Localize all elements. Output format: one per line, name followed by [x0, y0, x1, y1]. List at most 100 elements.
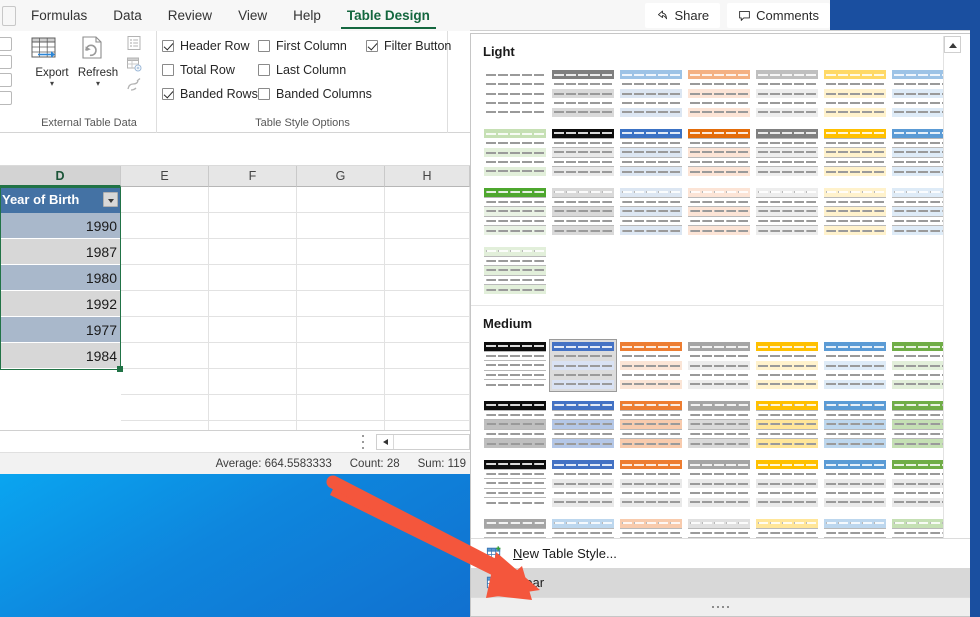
- checkbox-banded-rows[interactable]: Banded Rows: [162, 87, 258, 101]
- table-style-thumbnail[interactable]: [753, 126, 821, 179]
- column-header-h[interactable]: H: [385, 166, 470, 187]
- table-style-thumbnail[interactable]: [549, 67, 617, 120]
- last-column-checkbox-box[interactable]: [258, 64, 270, 76]
- table-style-thumbnail[interactable]: [821, 398, 889, 451]
- worksheet-cell[interactable]: [297, 421, 385, 430]
- filter-dropdown-button[interactable]: [103, 192, 118, 207]
- worksheet-cell[interactable]: [385, 265, 470, 291]
- table-row[interactable]: 1990: [0, 213, 120, 239]
- total-row-checkbox-box[interactable]: [162, 64, 174, 76]
- worksheet-cell[interactable]: [385, 421, 470, 430]
- worksheet-cell[interactable]: [385, 239, 470, 265]
- checkbox-last-column[interactable]: Last Column: [258, 63, 346, 77]
- table-style-thumbnail[interactable]: [481, 339, 549, 392]
- table-style-thumbnail[interactable]: [889, 185, 950, 238]
- worksheet-cell[interactable]: [121, 213, 209, 239]
- table-style-thumbnail[interactable]: [685, 457, 753, 510]
- table-style-thumbnail[interactable]: [549, 126, 617, 179]
- table-style-thumbnail[interactable]: [549, 398, 617, 451]
- table-style-thumbnail[interactable]: [617, 185, 685, 238]
- table-style-thumbnail[interactable]: [549, 185, 617, 238]
- table-style-thumbnail[interactable]: [889, 339, 950, 392]
- share-button[interactable]: Share: [645, 3, 721, 28]
- table-style-thumbnail[interactable]: [821, 126, 889, 179]
- table-style-thumbnail[interactable]: [617, 457, 685, 510]
- worksheet-cell[interactable]: [385, 317, 470, 343]
- comments-button[interactable]: Comments: [727, 3, 830, 28]
- gallery-resize-grip[interactable]: [471, 597, 970, 616]
- table-style-thumbnail[interactable]: [821, 339, 889, 392]
- tab-formulas[interactable]: Formulas: [18, 0, 100, 31]
- table-row[interactable]: 1977: [0, 317, 120, 343]
- checkbox-filter-button[interactable]: Filter Button: [366, 39, 451, 53]
- table-style-thumbnail[interactable]: [753, 185, 821, 238]
- worksheet-cell[interactable]: [385, 187, 470, 213]
- properties-icon[interactable]: [126, 35, 142, 51]
- column-header-g[interactable]: G: [297, 166, 385, 187]
- table-style-thumbnail[interactable]: [821, 457, 889, 510]
- worksheet-cell[interactable]: [297, 291, 385, 317]
- worksheet-cell[interactable]: [297, 317, 385, 343]
- table-style-thumbnail[interactable]: [481, 457, 549, 510]
- table-style-thumbnail[interactable]: [617, 126, 685, 179]
- worksheet-cell[interactable]: [385, 343, 470, 369]
- table-style-thumbnail[interactable]: [685, 185, 753, 238]
- worksheet-cell[interactable]: [121, 265, 209, 291]
- table-header-cell[interactable]: Year of Birth: [0, 187, 120, 213]
- table-style-thumbnail[interactable]: [617, 67, 685, 120]
- table-row[interactable]: 1984: [0, 343, 120, 369]
- worksheet-cell[interactable]: [385, 291, 470, 317]
- table-row[interactable]: 1987: [0, 239, 120, 265]
- worksheet-cell[interactable]: [121, 187, 209, 213]
- worksheet-cell[interactable]: [121, 239, 209, 265]
- worksheet-cell[interactable]: [209, 421, 297, 430]
- clear-command[interactable]: Clear: [471, 568, 970, 597]
- checkbox-total-row[interactable]: Total Row: [162, 63, 235, 77]
- tab-data[interactable]: Data: [100, 0, 155, 31]
- worksheet-cell[interactable]: [297, 187, 385, 213]
- checkbox-banded-columns[interactable]: Banded Columns: [258, 87, 372, 101]
- worksheet-cell[interactable]: [209, 369, 297, 395]
- table-style-thumbnail[interactable]: [889, 126, 950, 179]
- split-handle[interactable]: [360, 435, 366, 449]
- table-style-thumbnail[interactable]: [889, 67, 950, 120]
- worksheet-cell[interactable]: [297, 395, 385, 421]
- table-style-thumbnail[interactable]: [617, 339, 685, 392]
- worksheet-cell[interactable]: [209, 291, 297, 317]
- column-header-f[interactable]: F: [209, 166, 297, 187]
- table-style-thumbnail[interactable]: [685, 339, 753, 392]
- scroll-left-arrow-icon[interactable]: [377, 435, 394, 449]
- worksheet-cell[interactable]: [209, 213, 297, 239]
- export-button[interactable]: Export ▾: [28, 35, 76, 88]
- horizontal-scrollbar[interactable]: [376, 434, 470, 450]
- banded-columns-checkbox-box[interactable]: [258, 88, 270, 100]
- first-column-checkbox-box[interactable]: [258, 40, 270, 52]
- table-style-thumbnail[interactable]: [685, 126, 753, 179]
- tab-review[interactable]: Review: [155, 0, 225, 31]
- table-style-thumbnail[interactable]: [753, 67, 821, 120]
- table-style-thumbnail[interactable]: [753, 339, 821, 392]
- table-style-thumbnail[interactable]: [481, 398, 549, 451]
- banded-rows-checkbox-box[interactable]: [162, 88, 174, 100]
- export-chevron-down-icon[interactable]: ▾: [28, 80, 76, 88]
- table-style-thumbnail[interactable]: [481, 67, 549, 120]
- table-row[interactable]: 1980: [0, 265, 120, 291]
- filter-button-checkbox-box[interactable]: [366, 40, 378, 52]
- worksheet-cell[interactable]: [209, 343, 297, 369]
- table-style-thumbnail[interactable]: [685, 398, 753, 451]
- tab-help[interactable]: Help: [280, 0, 334, 31]
- worksheet-cell[interactable]: [209, 265, 297, 291]
- table-row[interactable]: 1992: [0, 291, 120, 317]
- table-style-thumbnail[interactable]: [889, 457, 950, 510]
- refresh-button[interactable]: Refresh ▾: [74, 35, 122, 88]
- column-header-d[interactable]: D: [0, 166, 121, 187]
- table-style-thumbnail[interactable]: [481, 185, 549, 238]
- table-style-thumbnail[interactable]: [549, 457, 617, 510]
- tab-view[interactable]: View: [225, 0, 280, 31]
- table-style-thumbnail[interactable]: [753, 457, 821, 510]
- header-row-checkbox-box[interactable]: [162, 40, 174, 52]
- worksheet-cell[interactable]: [385, 213, 470, 239]
- worksheet-cell[interactable]: [121, 395, 209, 421]
- worksheet-cell[interactable]: [297, 265, 385, 291]
- tab-table-design[interactable]: Table Design: [334, 0, 443, 31]
